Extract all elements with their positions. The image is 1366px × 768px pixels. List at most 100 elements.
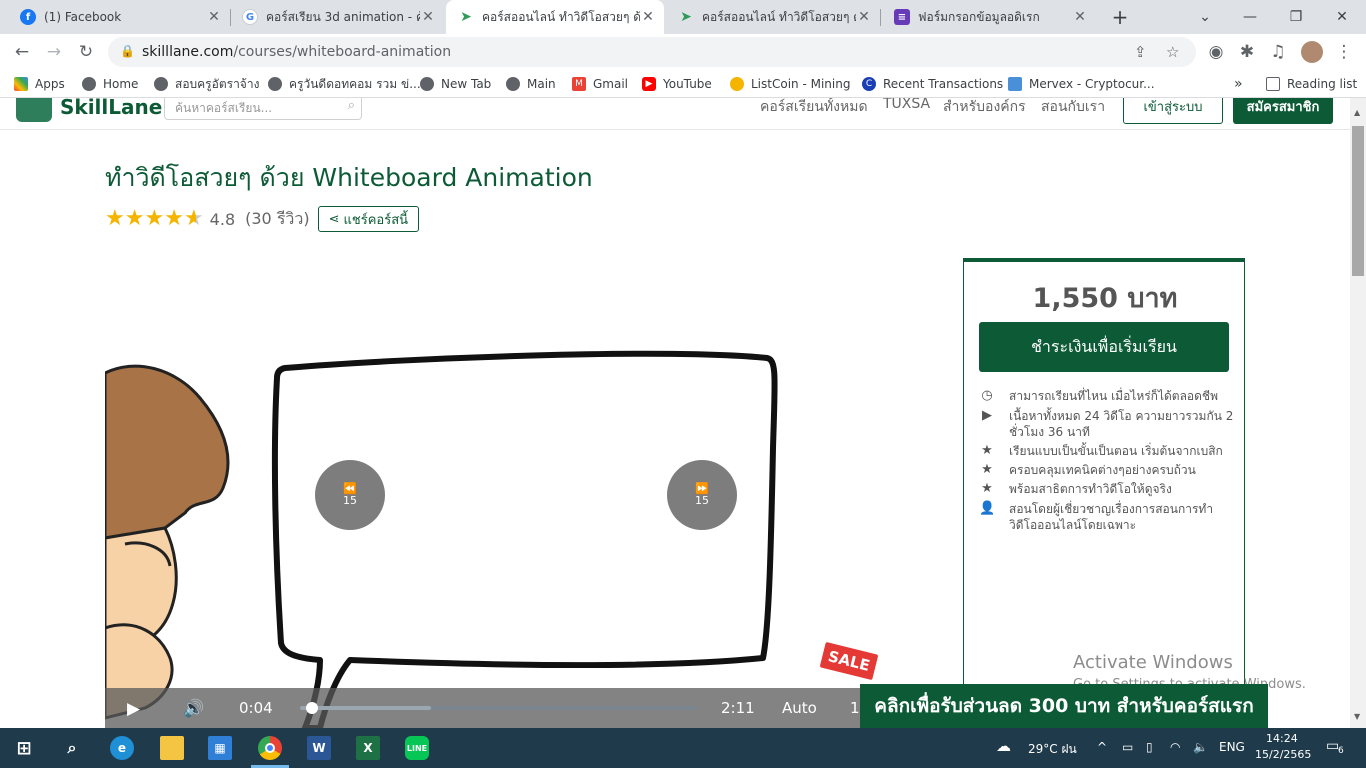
tab-facebook[interactable]: f (1) Facebook ✕ <box>8 0 230 34</box>
play-icon[interactable]: ▶ <box>127 699 140 719</box>
tab-title: คอร์สเรียน 3d animation - ค้นห <box>266 9 420 24</box>
bookmark-recent-transactions[interactable]: C Recent Transactions <box>862 75 1003 93</box>
device-icon[interactable]: ▭ <box>1122 740 1133 754</box>
extension-opera-icon[interactable]: ◉ <box>1202 38 1230 66</box>
tab-skilllane-active[interactable]: ➤ คอร์สออนไลน์ ทำวิดีโอสวยๆ ด้วย W ✕ <box>446 0 664 34</box>
weather-text[interactable]: 29°C ฝน <box>1028 740 1077 759</box>
forward-button[interactable]: → <box>40 38 68 66</box>
address-bar[interactable]: 🔒 skilllane.com/courses/whiteboard-anima… <box>108 37 1196 67</box>
clock-icon: ◷ <box>981 388 993 403</box>
nav-for-business[interactable]: สำหรับองค์กร <box>943 98 1026 118</box>
star-icon: ★ <box>144 206 165 231</box>
line-icon[interactable]: LINE <box>405 736 429 760</box>
video-progress-bar[interactable] <box>300 702 697 714</box>
nav-tuxsa[interactable]: TUXSA <box>883 98 930 112</box>
bookmark-mervex[interactable]: Mervex - Cryptocur... <box>1008 75 1155 93</box>
bookmark-new-tab[interactable]: New Tab <box>420 75 491 93</box>
wifi-icon[interactable]: ◠ <box>1170 740 1180 754</box>
close-tab-icon[interactable]: ✕ <box>1072 9 1088 25</box>
star-icon: ★ <box>981 443 993 458</box>
restore-button[interactable]: ❐ <box>1274 0 1318 34</box>
discount-promo-banner[interactable]: คลิกเพื่อรับส่วนลด 300 บาท สำหรับคอร์สแร… <box>860 684 1268 728</box>
forward-15-button[interactable]: ⏩ 15 <box>667 460 737 530</box>
search-icon[interactable]: ⌕ <box>348 98 355 113</box>
signup-button[interactable]: สมัครสมาชิก <box>1233 98 1333 124</box>
share-course-button[interactable]: ⋖ แชร์คอร์สนี้ <box>317 206 420 232</box>
bookmark-main[interactable]: Main <box>506 75 556 93</box>
feature-text: ครอบคลุมเทคนิคต่างๆอย่างครบถ้วน <box>1009 463 1196 477</box>
file-explorer-icon[interactable] <box>160 736 184 760</box>
search-icon[interactable]: ⌕ <box>60 736 84 760</box>
nav-teach-with-us[interactable]: สอนกับเรา <box>1041 98 1105 118</box>
show-hidden-icons-icon[interactable]: ^ <box>1097 740 1107 754</box>
close-tab-icon[interactable]: ✕ <box>856 9 872 25</box>
profile-avatar[interactable] <box>1298 38 1326 66</box>
bookmark-kruwandee[interactable]: ครูวันดีดอทคอม รวม ข่... <box>268 75 421 93</box>
battery-icon[interactable]: ▯ <box>1146 740 1153 754</box>
scroll-thumb[interactable] <box>1352 126 1364 276</box>
tab-google-form[interactable]: ≡ ฟอร์มกรอกข้อมูลอดิเรก ✕ <box>882 0 1096 34</box>
course-preview-video[interactable]: ⏪ 15 ⏩ 15 ▶ 🔊 0:04 2:11 Auto 1: <box>105 248 875 728</box>
share-icon: ⋖ <box>328 211 340 227</box>
store-icon[interactable]: ▦ <box>208 736 232 760</box>
bookmark-apps[interactable]: Apps <box>14 75 65 93</box>
bookmark-star-icon[interactable]: ☆ <box>1166 43 1179 61</box>
page-scrollbar[interactable]: ▲ ▼ <box>1350 98 1366 728</box>
bookmark-home[interactable]: Home <box>82 75 138 93</box>
close-tab-icon[interactable]: ✕ <box>420 9 436 25</box>
reading-list-button[interactable]: Reading list <box>1266 75 1357 93</box>
volume-icon[interactable]: 🔊 <box>183 699 204 719</box>
scroll-up-arrow-icon[interactable]: ▲ <box>1354 108 1360 117</box>
course-search-input[interactable]: ค้นหาคอร์สเรียน... ⌕ <box>164 98 362 120</box>
chrome-icon[interactable] <box>258 736 282 760</box>
close-tab-icon[interactable]: ✕ <box>206 9 222 25</box>
browser-toolbar: ← → ↻ 🔒 skilllane.com/courses/whiteboard… <box>0 34 1366 70</box>
minimize-button[interactable]: — <box>1228 0 1272 34</box>
windows-start-icon[interactable]: ⊞ <box>12 736 36 760</box>
bookmark-teacher-exam[interactable]: สอบครูอัตราจ้าง <box>154 75 259 93</box>
tab-search-chevron-icon[interactable]: ⌄ <box>1183 0 1227 34</box>
star-icon: ★ <box>981 462 993 477</box>
close-window-button[interactable]: ✕ <box>1320 0 1364 34</box>
input-language[interactable]: ENG <box>1219 740 1245 754</box>
tab-google-search[interactable]: G คอร์สเรียน 3d animation - ค้นห ✕ <box>230 0 444 34</box>
search-placeholder: ค้นหาคอร์สเรียน... <box>175 101 273 115</box>
tab-skilllane[interactable]: ➤ คอร์สออนไลน์ ทำวิดีโอสวยๆ ด้วย W ✕ <box>666 0 880 34</box>
feature-item: ★ ครอบคลุมเทคนิคต่างๆอย่างครบถ้วน <box>979 462 1234 478</box>
new-tab-button[interactable]: + <box>1098 0 1142 34</box>
skilllane-logo[interactable]: SkillLane <box>16 98 162 122</box>
media-control-icon[interactable]: ♫ <box>1264 38 1292 66</box>
word-icon[interactable]: W <box>307 736 331 760</box>
speaker-icon[interactable]: 🔈 <box>1193 740 1208 754</box>
feature-item: ◷ สามารถเรียนที่ไหน เมื่อไหร่ก็ได้ตลอดชีพ <box>979 388 1234 404</box>
excel-icon[interactable]: X <box>356 736 380 760</box>
bookmark-gmail[interactable]: M Gmail <box>572 75 628 93</box>
extensions-puzzle-icon[interactable]: ✱ <box>1233 38 1261 66</box>
google-icon: G <box>242 9 258 25</box>
rewind-15-button[interactable]: ⏪ 15 <box>315 460 385 530</box>
person-icon: 👤 <box>979 501 996 516</box>
feature-item: ★ พร้อมสาธิตการทำวิดีโอให้ดูจริง <box>979 481 1234 497</box>
video-scrubber-handle[interactable] <box>305 702 318 714</box>
edge-icon[interactable]: e <box>110 736 134 760</box>
pay-to-start-button[interactable]: ชำระเงินเพื่อเริ่มเรียน <box>979 322 1229 372</box>
bookmark-youtube[interactable]: ▶ YouTube <box>642 75 712 93</box>
chrome-menu-icon[interactable]: ⋮ <box>1330 38 1358 66</box>
tab-title: คอร์สออนไลน์ ทำวิดีโอสวยๆ ด้วย W <box>702 9 856 24</box>
web-page-content: SkillLane ค้นหาคอร์สเรียน... ⌕ คอร์สเรีย… <box>0 98 1350 728</box>
share-page-icon[interactable]: ⇪ <box>1134 43 1147 61</box>
back-button[interactable]: ← <box>8 38 36 66</box>
quality-selector[interactable]: Auto <box>782 699 817 717</box>
globe-icon <box>154 77 168 91</box>
nav-all-courses[interactable]: คอร์สเรียนทั้งหมด <box>760 98 868 118</box>
login-button[interactable]: เข้าสู่ระบบ <box>1123 98 1223 124</box>
scroll-down-arrow-icon[interactable]: ▼ <box>1354 712 1360 721</box>
clock-date[interactable]: 15/2/2565 <box>1255 748 1311 761</box>
gmail-icon: M <box>572 77 586 91</box>
clock-time[interactable]: 14:24 <box>1266 732 1298 745</box>
bookmark-listcoin[interactable]: ListCoin - Mining <box>730 75 850 93</box>
bookmark-label: Recent Transactions <box>883 77 1004 91</box>
close-tab-icon[interactable]: ✕ <box>640 9 656 25</box>
more-bookmarks-button[interactable]: » <box>1234 75 1243 93</box>
reload-button[interactable]: ↻ <box>72 38 100 66</box>
